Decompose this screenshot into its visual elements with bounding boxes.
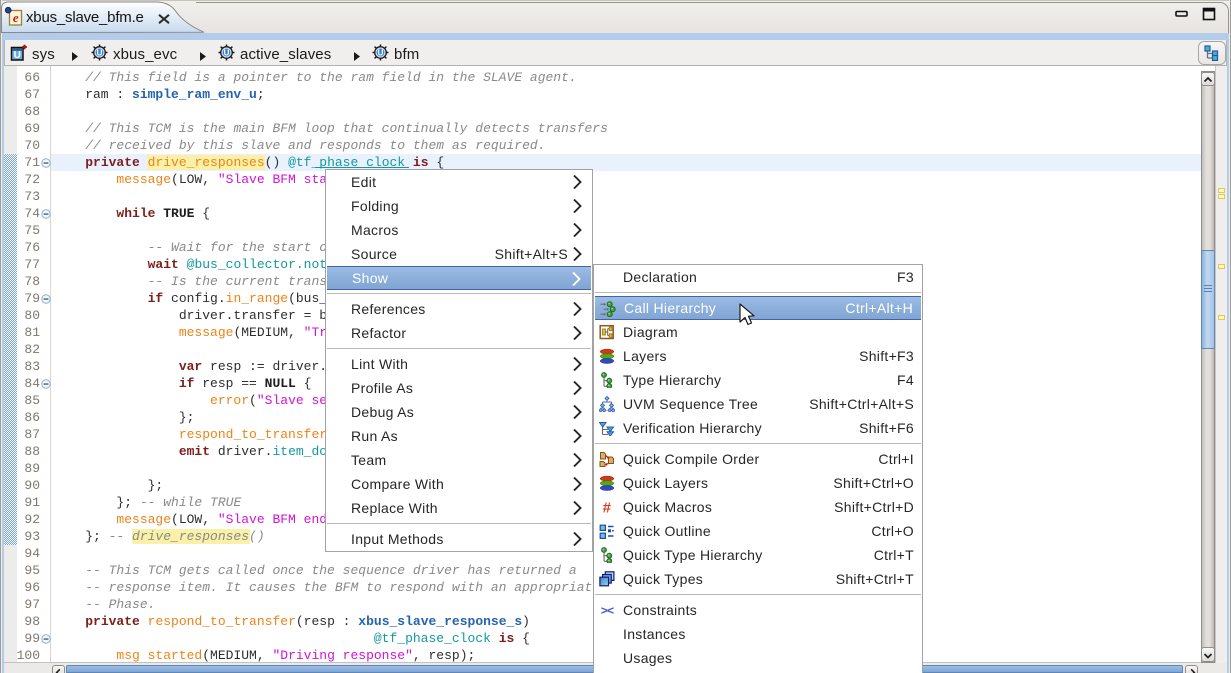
svg-text:e: e: [13, 10, 19, 25]
svg-text:U: U: [378, 49, 384, 58]
svg-text:U: U: [224, 49, 230, 58]
svg-text:U: U: [14, 50, 21, 61]
svg-text:U: U: [97, 49, 103, 58]
svg-text:#: #: [603, 500, 612, 516]
svg-text:><: ><: [601, 605, 614, 619]
